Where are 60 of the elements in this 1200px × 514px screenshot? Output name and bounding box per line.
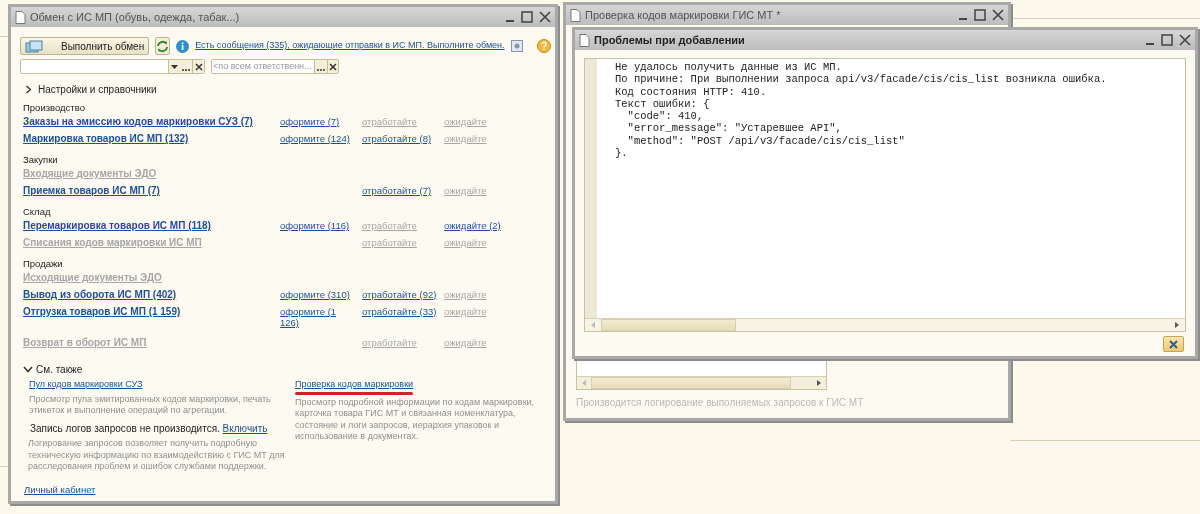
message-line: "method": "POST /api/v3/facade/cis/cis_list" <box>626 134 906 148</box>
action-link: отработайте <box>362 337 417 348</box>
section-toggle[interactable]: См. также <box>36 362 83 377</box>
document-link: Списания кодов маркировки ИС МП <box>23 237 203 249</box>
message-line: По причине: При выполнении запроса api/v3/facade/cis/cis_list возникла ошибка. <box>615 73 1107 86</box>
action-link: ожидайте <box>444 185 487 196</box>
action-link[interactable]: оформите (1 126) <box>280 306 350 328</box>
messages-link[interactable]: Есть сообщения (335), ожидающие отправки в ИС МП. Выполните обмен. <box>195 39 505 53</box>
action-link[interactable]: оформите (7) <box>280 116 340 127</box>
description-text: Просмотр пула эмитированных кодов маркировки, печать этикеток и выполнение операций по агрегации. <box>29 393 272 417</box>
action-link[interactable]: отработайте (92) <box>362 289 437 300</box>
document-link: Исходящие документы ЭДО <box>23 272 163 284</box>
document-link[interactable]: Приемка товаров ИС МП (7) <box>23 185 280 197</box>
status-text: Производится логирование выполняемых запросов к ГИС МТ <box>576 396 865 410</box>
action-link[interactable]: оформите (124) <box>280 133 350 144</box>
document-link[interactable]: Перемаркировка товаров ИС МП (118) <box>23 220 280 232</box>
responsible-field[interactable]: <по всем ответственн... <box>211 59 315 74</box>
document-link[interactable]: Заказы на эмиссию кодов маркировки СУЗ (7) <box>23 116 280 128</box>
document-link: Возврат в оборот ИС МП <box>23 337 148 349</box>
action-link[interactable]: отработайте (33) <box>362 306 437 317</box>
check-codes-link[interactable]: Проверка кодов маркировки <box>295 379 414 391</box>
cabinet-link[interactable]: Личный кабинет <box>24 482 96 497</box>
window-title: Проверка кодов маркировки ГИС МТ * <box>585 7 782 23</box>
action-link: ожидайте <box>444 289 487 300</box>
action-link[interactable]: оформите (116) <box>280 220 350 231</box>
action-link: ожидайте <box>444 237 487 248</box>
action-link: отработайте <box>362 220 417 231</box>
log-status-text: Запись логов запросов не производится. Включить <box>30 422 269 434</box>
action-link: отработайте <box>362 237 417 248</box>
action-link: ожидайте <box>444 337 487 348</box>
message-line: Текст ошибки: { <box>615 97 711 111</box>
document-link: Входящие документы ЭДО <box>23 168 158 180</box>
document-link[interactable]: Маркировка товаров ИС МП (132) <box>23 133 280 145</box>
message-line: Код состояния HTTP: 410. <box>615 85 768 98</box>
action-link[interactable]: ожидайте (2) <box>444 220 501 231</box>
document-link[interactable]: Отгрузка товаров ИС МП (1 159) <box>23 306 280 318</box>
enable-link[interactable]: Включить <box>222 422 268 434</box>
pool-link[interactable]: Пул кодов маркировки СУЗ <box>29 379 143 391</box>
message-line: "error_message": "Устаревшее API", <box>626 122 843 135</box>
window-title: Проблемы при добавлении <box>594 32 746 48</box>
description-text: Просмотр подробной информации по кодам маркировки, карточка товара ГИС МТ и связанная номенклатура, состояние и логи запросов, иерархия упаковок и использование в документах. <box>295 396 536 443</box>
message-line: }. <box>615 147 629 160</box>
action-link[interactable]: отработайте (7) <box>362 185 432 196</box>
section-heading: Продажи <box>23 258 64 270</box>
message-line: Не удалось получить данные из ИС МП. <box>615 61 843 74</box>
action-link: ожидайте <box>444 306 487 317</box>
section-heading: Производство <box>23 102 86 114</box>
exchange-button[interactable]: Выполнить обмен <box>20 37 150 55</box>
message-line: "code": 410, <box>626 110 705 123</box>
window-title: Обмен с ИС МП (обувь, одежда, табак...) <box>30 9 241 25</box>
action-link: ожидайте <box>444 133 487 144</box>
document-link[interactable]: Вывод из оборота ИС МП (402) <box>23 289 280 301</box>
description-text: Логирование запросов позволяет получить подробную техническую информацию по взаимодействию с ГИС МТ для расследования проблем и ошибок службами поддержки. <box>28 438 286 473</box>
section-toggle[interactable]: Настройки и справочники <box>38 82 157 97</box>
section-heading: Закупки <box>23 154 59 166</box>
action-link: отработайте <box>362 116 417 127</box>
section-heading: Склад <box>23 206 52 218</box>
action-link[interactable]: оформите (310) <box>280 289 350 300</box>
action-link: ожидайте <box>444 116 487 127</box>
action-link[interactable]: отработайте (8) <box>362 133 432 144</box>
